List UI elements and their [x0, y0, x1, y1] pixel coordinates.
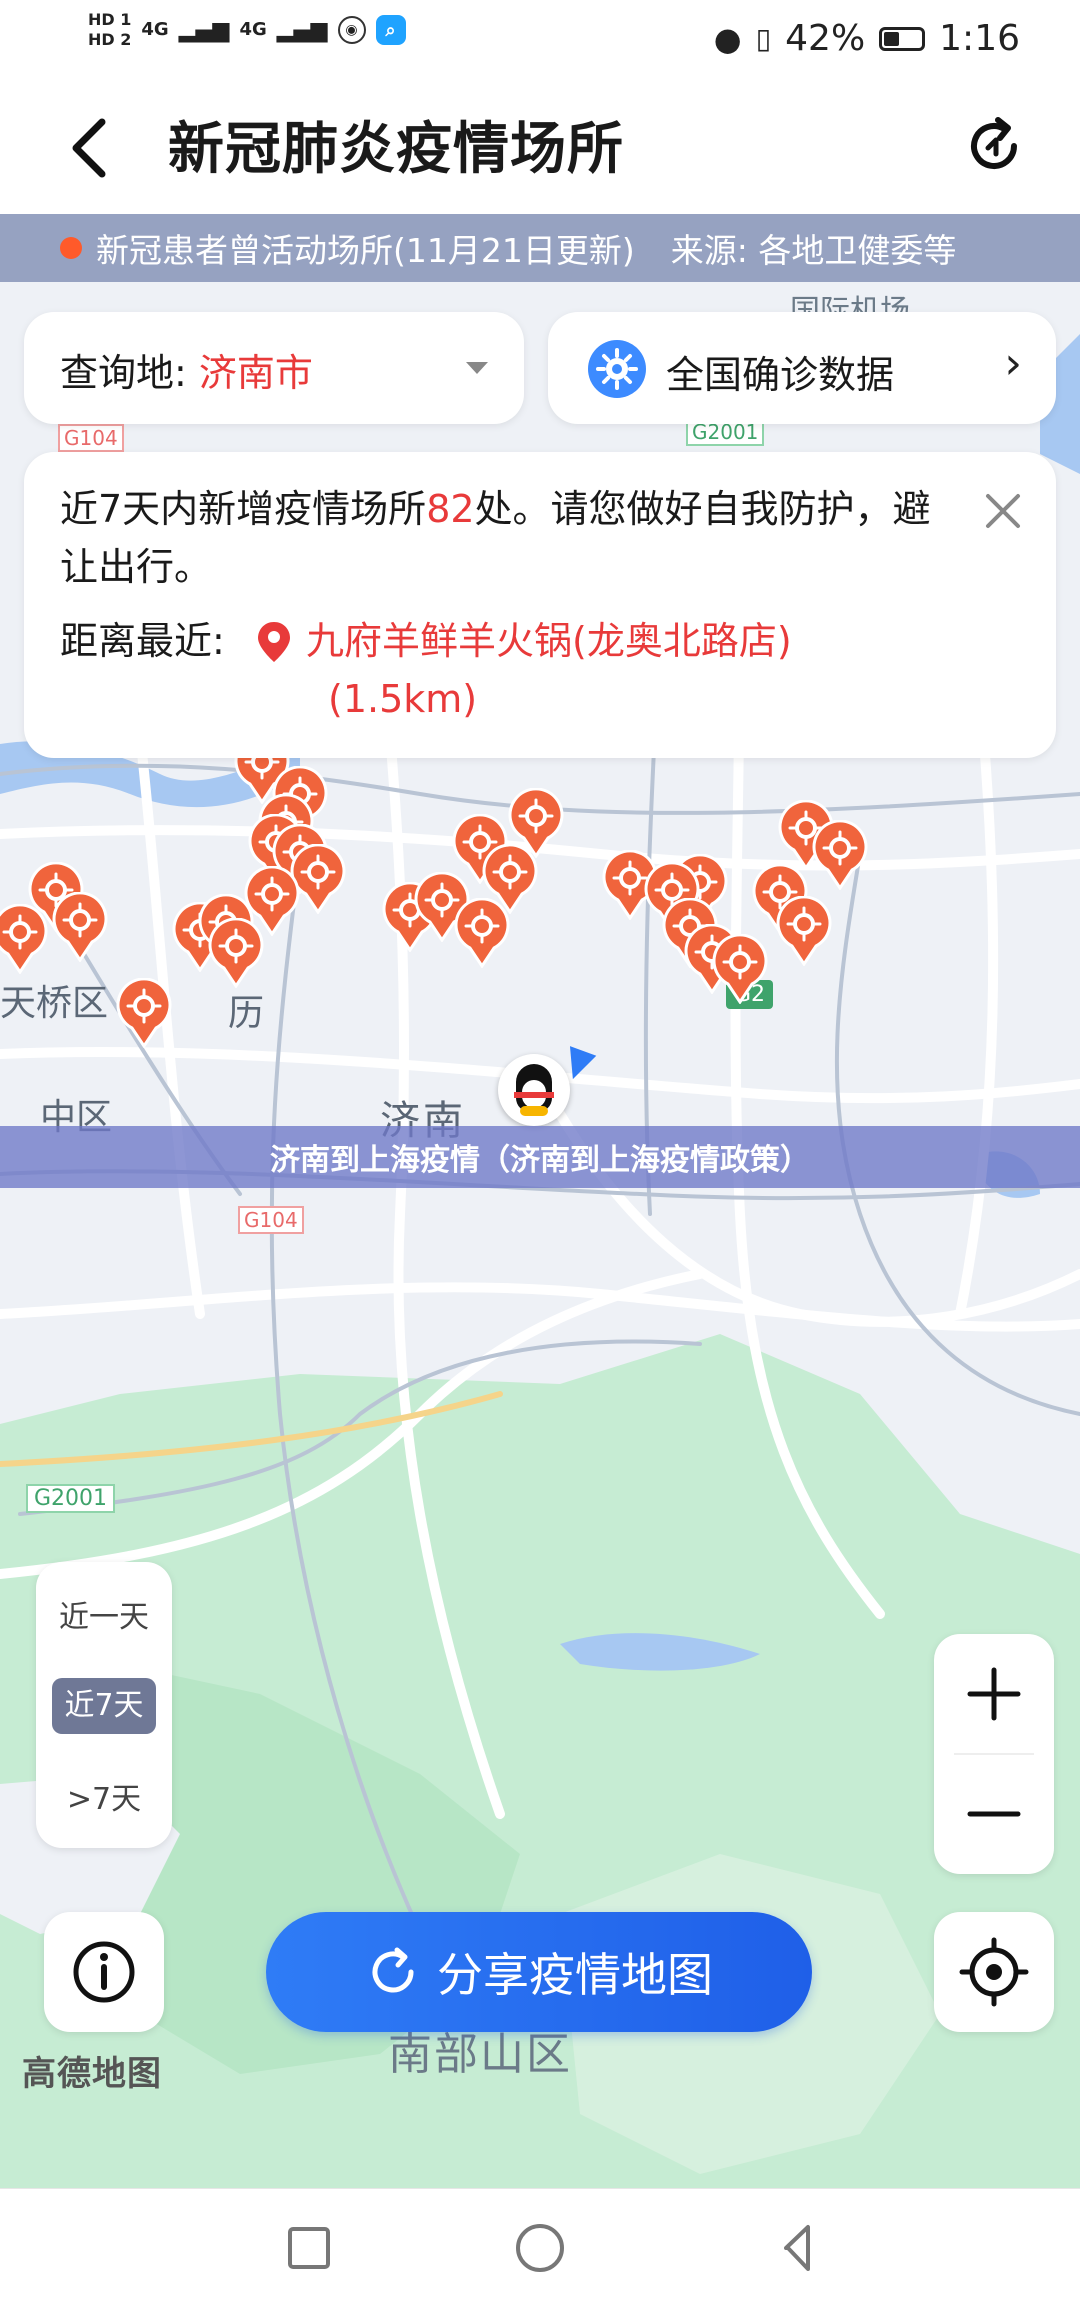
overlay-banner: 济南到上海疫情（济南到上海疫情政策）	[0, 1126, 1080, 1188]
nearest-distance: (1.5km)	[328, 677, 478, 721]
location-icon: ●	[713, 19, 742, 58]
nearest-place[interactable]: 九府羊鲜羊火锅(龙奥北路店)	[306, 612, 792, 670]
virus-icon	[588, 340, 646, 398]
page-title: 新冠肺炎疫情场所	[168, 117, 624, 182]
map-label-lixia: 历	[228, 993, 265, 1034]
source-text: 来源: 各地卫健委等	[670, 231, 957, 270]
notice-count: 82	[426, 487, 475, 531]
share-map-label: 分享疫情地图	[437, 1948, 713, 2002]
city-selector-label: 查询地: 济南市	[60, 342, 313, 397]
case-location-marker[interactable]	[812, 820, 868, 890]
info-icon	[73, 1941, 135, 2003]
hd1-label: HD 1	[88, 10, 132, 29]
close-icon[interactable]	[980, 488, 1026, 534]
update-text: 新冠患者曾活动场所(11月21日更新)	[96, 231, 635, 270]
user-location-avatar[interactable]	[498, 1054, 570, 1126]
clock: 1:16	[939, 18, 1020, 59]
map-provider-logo: 高德地图	[22, 2054, 162, 2094]
map-label-tianqiao: 天桥区	[0, 983, 109, 1024]
time-filter: 近一天 近7天 >7天	[36, 1562, 172, 1848]
query-prefix: 查询地:	[60, 351, 199, 395]
zoom-out-button[interactable]	[934, 1754, 1054, 1874]
vibrate-icon: ▯	[755, 22, 772, 55]
national-data-button[interactable]: 全国确诊数据 ›	[548, 312, 1056, 424]
battery-percent: 42%	[785, 18, 866, 59]
signal-icon: ▂▄▆	[178, 17, 230, 43]
info-button[interactable]	[44, 1912, 164, 2032]
share-refresh-icon	[372, 1947, 414, 1993]
road-sign-g104: G104	[58, 424, 124, 452]
case-location-marker[interactable]	[712, 934, 768, 1004]
location-pin-icon	[256, 620, 292, 664]
share-map-button[interactable]: 分享疫情地图	[266, 1912, 812, 2032]
road-sign-g2001-left: G2001	[26, 1484, 116, 1513]
national-data-label: 全国确诊数据	[666, 353, 895, 397]
system-nav-bar	[0, 2188, 1080, 2313]
time-filter-1day[interactable]: 近一天	[36, 1592, 172, 1636]
time-filter-7days[interactable]: 近7天	[52, 1678, 156, 1734]
hd2-label: HD 2	[88, 30, 132, 49]
nearest-label: 距离最近:	[60, 619, 225, 663]
network-2-label: 4G	[239, 19, 267, 40]
refresh-icon[interactable]	[958, 110, 1030, 182]
title-bar: 新冠肺炎疫情场所	[0, 80, 1080, 214]
time-filter-over7days[interactable]: >7天	[36, 1774, 172, 1818]
chevron-right-icon: ›	[1004, 338, 1022, 389]
zoom-controls	[934, 1634, 1054, 1874]
notice-text: 近7天内新增疫情场所82处。请您做好自我防护，避让出行。	[60, 480, 940, 596]
case-location-marker[interactable]	[776, 896, 832, 966]
chevron-down-icon	[466, 362, 488, 374]
case-location-marker[interactable]	[52, 892, 108, 962]
recents-icon	[288, 2227, 330, 2269]
road-sign-g104-b: G104	[238, 1206, 304, 1234]
case-location-marker[interactable]	[454, 898, 510, 968]
notice-card: 近7天内新增疫情场所82处。请您做好自我防护，避让出行。 距离最近: 九府羊鲜羊…	[24, 452, 1056, 758]
hd-indicators: HD 1 HD 2	[88, 10, 131, 50]
case-location-marker[interactable]	[116, 978, 172, 1048]
signal-icon-2: ▂▄▆	[276, 17, 328, 43]
status-dot-icon	[60, 237, 82, 259]
home-icon	[516, 2224, 564, 2272]
crosshair-icon	[959, 1937, 1029, 2007]
query-city: 济南市	[198, 351, 313, 395]
info-strip: 新冠患者曾活动场所(11月21日更新) 来源: 各地卫健委等	[0, 214, 1080, 282]
network-1-label: 4G	[141, 19, 169, 40]
locate-button[interactable]	[934, 1912, 1054, 2032]
status-bar: HD 1 HD 2 4G ▂▄▆ 4G ▂▄▆ ◉ ⌕ ● ▯ 42% 1:16	[0, 0, 1080, 80]
case-location-marker[interactable]	[0, 904, 48, 974]
battery-icon	[879, 26, 926, 51]
search-app-icon: ⌕	[375, 15, 406, 45]
back-icon	[784, 2225, 810, 2271]
zoom-in-button[interactable]	[934, 1634, 1054, 1754]
notice-text-before: 近7天内新增疫情场所	[60, 487, 427, 531]
shield-icon: ◉	[337, 16, 366, 44]
back-arrow-icon[interactable]	[60, 108, 120, 188]
case-location-marker[interactable]	[208, 918, 264, 988]
city-selector[interactable]: 查询地: 济南市	[24, 312, 524, 424]
